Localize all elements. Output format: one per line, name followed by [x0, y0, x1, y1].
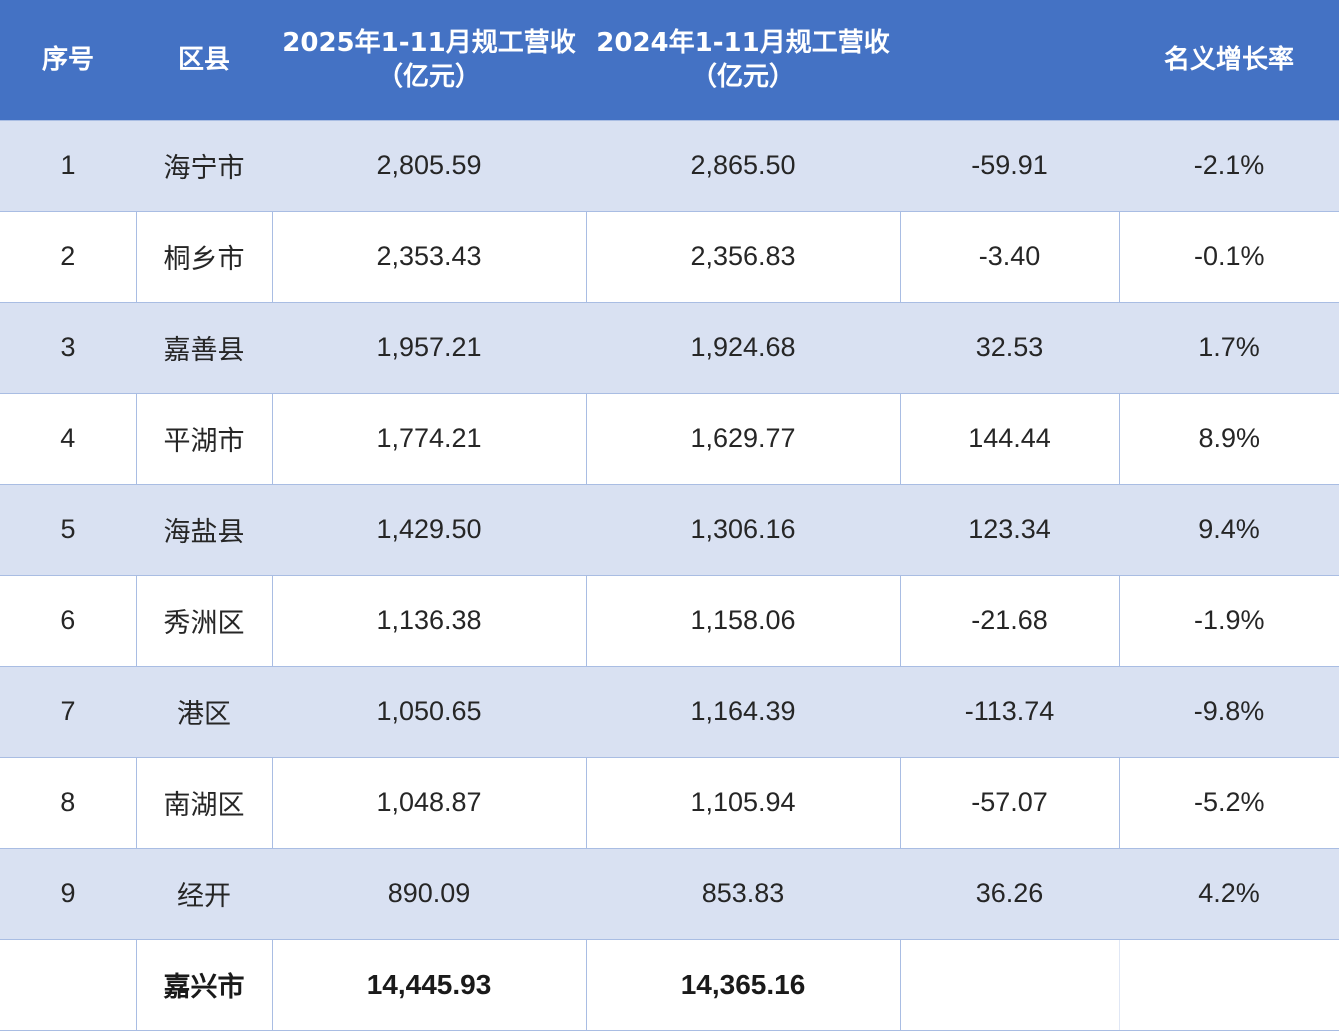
- cell-district: 海盐县: [136, 483, 272, 576]
- cell-revenue-2024: 1,924.68: [586, 301, 900, 394]
- header-row: 序号 区县 2025年1-11月规工营收 （亿元） 2024年1-11月规工营收…: [0, 0, 1339, 120]
- cell-district: 桐乡市: [135, 210, 272, 303]
- cell-growth-rate: -5.2%: [1118, 756, 1339, 849]
- cell-revenue-2024: 1,629.77: [585, 392, 900, 485]
- header-district: 区县: [177, 44, 230, 75]
- cell-revenue-2024: 853.83: [586, 847, 900, 940]
- cell-growth-rate: -2.1%: [1119, 119, 1339, 212]
- cell-growth-rate: 4.2%: [1119, 847, 1339, 940]
- table-row: 4 平湖市 1,774.21 1,629.77 144.44 8.9%: [0, 392, 1339, 485]
- cell-difference: -21.68: [899, 574, 1119, 667]
- header-revenue-2024-unit: （亿元）: [690, 61, 795, 92]
- cell-index: 3: [0, 301, 136, 394]
- table-row: 7 港区 1,050.65 1,164.39 -113.74 -9.8%: [0, 665, 1339, 758]
- revenue-table-document: 序号 区县 2025年1-11月规工营收 （亿元） 2024年1-11月规工营收…: [0, 0, 1339, 1031]
- table-row: 8 南湖区 1,048.87 1,105.94 -57.07 -5.2%: [0, 756, 1339, 849]
- cell-revenue-2025: 1,048.87: [271, 756, 586, 849]
- cell-difference: -113.74: [900, 665, 1119, 758]
- cell-revenue-2024: 1,105.94: [585, 756, 900, 849]
- cell-revenue-2024: 1,306.16: [586, 483, 900, 576]
- total-growth-rate: [1118, 938, 1339, 1031]
- cell-index: 1: [0, 119, 136, 212]
- total-revenue-2025: 14,445.93: [271, 938, 586, 1031]
- cell-revenue-2025: 890.09: [272, 847, 586, 940]
- cell-district: 嘉善县: [136, 301, 272, 394]
- table-row: 2 桐乡市 2,353.43 2,356.83 -3.40 -0.1%: [0, 210, 1339, 303]
- cell-growth-rate: 9.4%: [1119, 483, 1339, 576]
- cell-index: 5: [0, 483, 136, 576]
- cell-difference: -3.40: [899, 210, 1119, 303]
- cell-index: 9: [0, 847, 136, 940]
- cell-revenue-2025: 1,050.65: [272, 665, 586, 758]
- table-row: 9 经开 890.09 853.83 36.26 4.2%: [0, 847, 1339, 940]
- cell-revenue-2024: 2,356.83: [585, 210, 900, 303]
- cell-district: 港区: [136, 665, 272, 758]
- total-difference: [899, 938, 1119, 1031]
- cell-index: 6: [0, 574, 136, 667]
- table-header: 序号 区县 2025年1-11月规工营收 （亿元） 2024年1-11月规工营收…: [0, 0, 1339, 120]
- cell-revenue-2024: 1,158.06: [585, 574, 900, 667]
- cell-index: 2: [0, 210, 136, 303]
- cell-difference: 144.44: [899, 392, 1119, 485]
- cell-revenue-2024: 2,865.50: [586, 119, 900, 212]
- cell-district: 平湖市: [135, 392, 272, 485]
- cell-revenue-2025: 1,957.21: [272, 301, 586, 394]
- header-revenue-2025-title: 2025年1-11月规工营收: [282, 27, 576, 58]
- header-revenue-2024-title: 2024年1-11月规工营收: [596, 27, 890, 58]
- cell-district: 南湖区: [135, 756, 272, 849]
- table-row: 1 海宁市 2,805.59 2,865.50 -59.91 -2.1%: [0, 119, 1339, 212]
- total-revenue-2024: 14,365.16: [585, 938, 900, 1031]
- header-revenue-2025: 2025年1-11月规工营收 （亿元）: [272, 0, 586, 120]
- cell-difference: 32.53: [900, 301, 1119, 394]
- cell-growth-rate: 1.7%: [1119, 301, 1339, 394]
- cell-growth-rate: 8.9%: [1118, 392, 1339, 485]
- table-body: 1 海宁市 2,805.59 2,865.50 -59.91 -2.1% 2 桐…: [0, 119, 1339, 1031]
- cell-difference: 36.26: [900, 847, 1119, 940]
- header-revenue-2025-unit: （亿元）: [376, 61, 481, 92]
- cell-revenue-2025: 1,429.50: [272, 483, 586, 576]
- cell-revenue-2025: 2,353.43: [271, 210, 586, 303]
- header-revenue-2024: 2024年1-11月规工营收 （亿元）: [586, 0, 900, 120]
- cell-district: 海宁市: [136, 119, 272, 212]
- cell-revenue-2025: 1,136.38: [271, 574, 586, 667]
- cell-growth-rate: -0.1%: [1118, 210, 1339, 303]
- cell-growth-rate: -9.8%: [1119, 665, 1339, 758]
- cell-index: 4: [0, 392, 136, 485]
- revenue-table: 序号 区县 2025年1-11月规工营收 （亿元） 2024年1-11月规工营收…: [0, 0, 1339, 1031]
- cell-revenue-2024: 1,164.39: [586, 665, 900, 758]
- total-index: [0, 938, 136, 1031]
- table-row: 5 海盐县 1,429.50 1,306.16 123.34 9.4%: [0, 483, 1339, 576]
- cell-revenue-2025: 2,805.59: [272, 119, 586, 212]
- cell-difference: 123.34: [900, 483, 1119, 576]
- cell-difference: -59.91: [900, 119, 1119, 212]
- header-index: 序号: [41, 44, 94, 75]
- cell-revenue-2025: 1,774.21: [271, 392, 586, 485]
- cell-index: 8: [0, 756, 136, 849]
- cell-district: 秀洲区: [135, 574, 272, 667]
- header-growth-rate: 名义增长率: [1163, 44, 1294, 75]
- table-row: 3 嘉善县 1,957.21 1,924.68 32.53 1.7%: [0, 301, 1339, 394]
- cell-index: 7: [0, 665, 136, 758]
- total-district: 嘉兴市: [135, 938, 272, 1031]
- cell-district: 经开: [136, 847, 272, 940]
- header-difference: [900, 0, 1119, 120]
- table-row: 6 秀洲区 1,136.38 1,158.06 -21.68 -1.9%: [0, 574, 1339, 667]
- cell-difference: -57.07: [899, 756, 1119, 849]
- cell-growth-rate: -1.9%: [1118, 574, 1339, 667]
- total-row: 嘉兴市 14,445.93 14,365.16: [0, 938, 1339, 1031]
